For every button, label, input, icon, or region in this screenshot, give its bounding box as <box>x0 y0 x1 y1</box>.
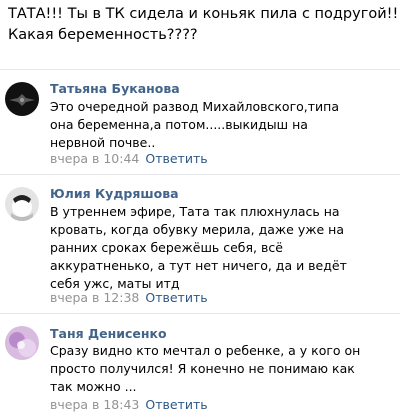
divider <box>0 313 400 314</box>
comment-text: В утреннем эфире, Тата так плюхнулась на… <box>50 203 395 293</box>
comment-text-line: Это очередной развод Михайловского,типа <box>50 99 340 114</box>
comment-text-line: ранних сроках бережёшь себя, всё <box>50 240 283 255</box>
comment-author[interactable]: Таня Денисенко <box>50 326 167 341</box>
comment-text-line: нервной почве.. <box>50 135 156 150</box>
post-text-line: ТАТА!!! Ты в ТК сидела и коньяк пила с п… <box>8 6 400 22</box>
reply-button[interactable]: Ответить <box>145 151 207 166</box>
comment-text-line: она беременна,а потом.....выкидыш на <box>50 117 308 132</box>
comment-date[interactable]: вчера в 12:38 <box>50 290 139 305</box>
post-text-line: Какая беременность???? <box>8 27 198 43</box>
comment-meta: вчера в 12:38 Ответить <box>50 290 208 306</box>
comment-text: Это очередной развод Михайловского,типа … <box>50 98 395 152</box>
comment-text-line: В утреннем эфире, Тата так плюхнулась на <box>50 204 340 219</box>
comment-meta: вчера в 10:44 Ответить <box>50 151 208 167</box>
comment-text-line: кровать, когда обувку мерила, даже уже н… <box>50 222 344 237</box>
reply-button[interactable]: Ответить <box>145 397 207 412</box>
comment-meta: вчера в 18:43 Ответить <box>50 397 208 413</box>
comment-date[interactable]: вчера в 10:44 <box>50 151 139 166</box>
avatar[interactable] <box>5 187 39 221</box>
avatar[interactable] <box>5 326 39 360</box>
avatar-image <box>5 82 39 116</box>
comment-text-line: Сразу видно кто мечтал о ребенке, а у ко… <box>50 343 361 358</box>
comment-text-line: аккуратненько, а тут нет ничего, да и ве… <box>50 258 347 273</box>
comment-author[interactable]: Юлия Кудряшова <box>50 186 179 201</box>
post-text: ТАТА!!! Ты в ТК сидела и коньяк пила с п… <box>8 4 400 46</box>
avatar[interactable] <box>5 82 39 116</box>
avatar-image <box>5 187 39 221</box>
avatar-image <box>5 326 39 360</box>
reply-button[interactable]: Ответить <box>145 290 207 305</box>
divider <box>0 69 400 70</box>
comment-author[interactable]: Татьяна Буканова <box>50 81 180 96</box>
divider <box>0 174 400 175</box>
comment-text-line: так можно ... <box>50 379 137 394</box>
comment-text: Сразу видно кто мечтал о ребенке, а у ко… <box>50 342 395 396</box>
comment-date[interactable]: вчера в 18:43 <box>50 397 139 412</box>
comment-text-line: просто получился! Я конечно не понимаю к… <box>50 361 355 376</box>
